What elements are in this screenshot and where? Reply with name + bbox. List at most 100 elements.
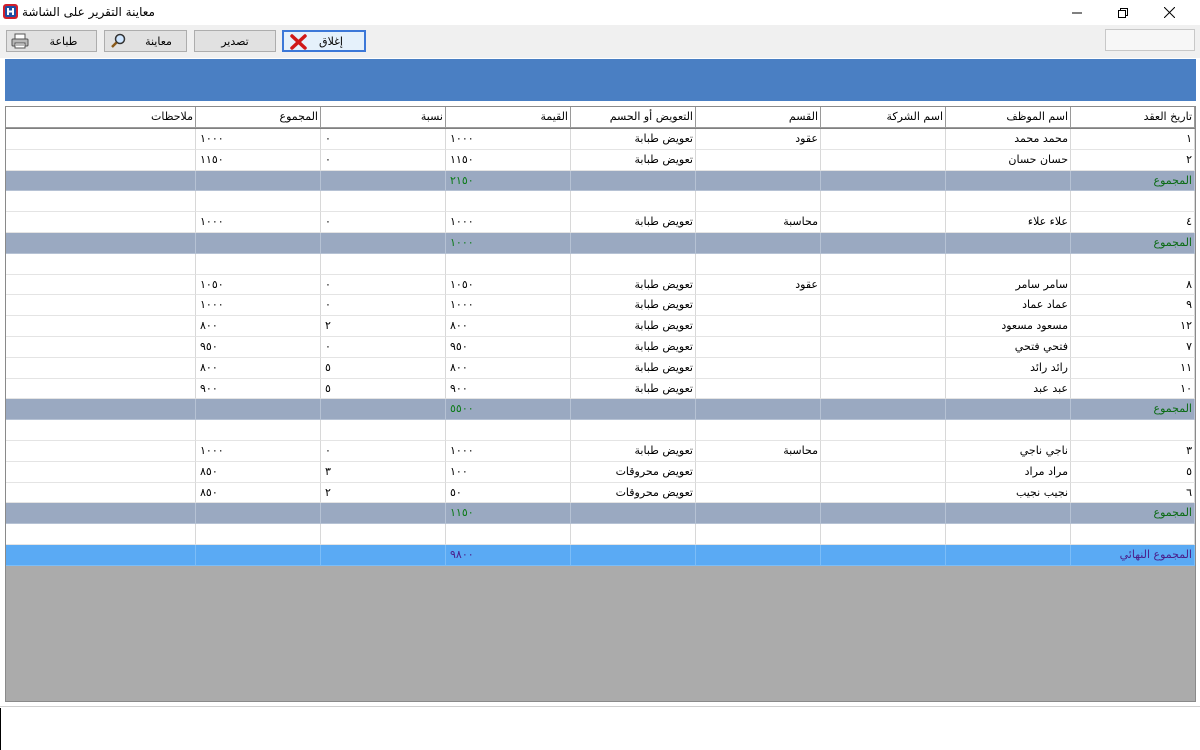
close-icon — [1163, 7, 1175, 18]
grand-total-label: المجموع النهائي — [1071, 544, 1195, 566]
column-header: القسم — [696, 107, 821, 128]
close-label: إغلاق — [319, 34, 343, 48]
subtotal-row: المجموع ٥٥٠٠ — [6, 399, 1195, 421]
table-row: ١ محمد محمد عقود تعويض طبابة ١٠٠٠ ٠ ١٠٠٠ — [6, 129, 1195, 150]
column-header: اسم الشركة — [821, 107, 946, 128]
table-cell: ٣ — [1071, 440, 1195, 462]
table-cell — [571, 191, 696, 213]
table-cell — [946, 524, 1071, 545]
table-cell: مراد مراد — [946, 461, 1071, 483]
table-cell: تعويض طبابة — [571, 274, 696, 296]
table-cell — [821, 482, 946, 504]
table-cell: ٠ — [321, 212, 446, 233]
table-cell — [321, 191, 446, 213]
table-cell: تعويض طبابة — [571, 149, 696, 171]
print-label: طباعة — [49, 34, 78, 48]
table-cell — [696, 149, 821, 171]
table-cell: ١٢ — [1071, 316, 1195, 337]
table-cell — [821, 461, 946, 483]
column-header: تاريخ العقد — [1071, 107, 1195, 128]
table-cell — [6, 440, 196, 462]
restore-icon — [1118, 7, 1128, 18]
table-cell — [321, 399, 446, 421]
table-cell — [321, 170, 446, 192]
column-header: المجموع — [196, 107, 321, 128]
table-cell — [696, 253, 821, 275]
printer-icon — [11, 33, 29, 49]
toolbar-status-field[interactable] — [1105, 29, 1195, 51]
table-cell — [821, 212, 946, 233]
table-cell — [571, 232, 696, 254]
table-cell — [321, 253, 446, 275]
table-cell: ١٠ — [1071, 378, 1195, 400]
table-cell: تعويض طبابة — [571, 129, 696, 150]
table-cell — [821, 357, 946, 379]
grand-total-value: ٩٨٠٠ — [446, 544, 571, 566]
grand-total-row: المجموع النهائي ٩٨٠٠ — [6, 544, 1195, 566]
table-cell — [6, 524, 196, 545]
table-cell — [696, 170, 821, 192]
table-cell — [821, 440, 946, 462]
table-cell — [696, 295, 821, 317]
report-area[interactable]: تاريخ العقد اسم الموظف اسم الشركة القسم التع… — [5, 106, 1196, 702]
table-cell: ٨٥٠ — [196, 461, 321, 483]
preview-label: معاينة — [145, 34, 172, 48]
table-cell — [696, 503, 821, 525]
table-cell — [1071, 253, 1195, 275]
subtotal-row: المجموع ١١٥٠ — [6, 503, 1195, 525]
table-cell — [821, 544, 946, 566]
table-cell — [696, 399, 821, 421]
subtotal-value: ٥٥٠٠ — [446, 399, 571, 421]
table-cell — [571, 170, 696, 192]
table-cell: ٩٥٠ — [196, 336, 321, 358]
table-cell: ٢ — [321, 482, 446, 504]
table-cell — [196, 253, 321, 275]
table-cell — [571, 399, 696, 421]
table-row: ٧ فتحي فتحي تعويض طبابة ٩٥٠ ٠ ٩٥٠ — [6, 336, 1195, 358]
table-cell — [946, 544, 1071, 566]
table-cell — [696, 378, 821, 400]
minimize-icon — [1072, 12, 1082, 13]
table-cell — [6, 503, 196, 525]
table-cell: ٨ — [1071, 274, 1195, 296]
table-cell: ٥ — [321, 378, 446, 400]
subtotal-label: المجموع — [1071, 170, 1195, 192]
table-cell: ١٠٠٠ — [196, 129, 321, 150]
spacer-row — [6, 524, 1195, 545]
table-cell: تعويض طبابة — [571, 295, 696, 317]
table-cell — [696, 316, 821, 337]
export-label: تصدير — [221, 34, 249, 48]
table-cell — [196, 503, 321, 525]
table-cell: ٠ — [321, 440, 446, 462]
table-cell: عقود — [696, 274, 821, 296]
table-cell — [6, 378, 196, 400]
table-cell — [821, 316, 946, 337]
table-cell — [446, 253, 571, 275]
maximize-button[interactable] — [1100, 0, 1146, 25]
print-button[interactable]: طباعة — [6, 30, 97, 52]
table-cell: عقود — [696, 129, 821, 150]
table-cell — [6, 149, 196, 171]
table-cell: ٥٠ — [446, 482, 571, 504]
table-cell: ٢ — [1071, 149, 1195, 171]
preview-button[interactable]: معاينة — [104, 30, 187, 52]
table-cell: ناجي ناجي — [946, 440, 1071, 462]
table-cell — [821, 524, 946, 545]
table-cell — [196, 232, 321, 254]
table-row: ١٠ عبد عبد تعويض طبابة ٩٠٠ ٥ ٩٠٠ — [6, 378, 1195, 400]
table-cell: ٨٥٠ — [196, 482, 321, 504]
table-cell: علاء علاء — [946, 212, 1071, 233]
table-cell: ٨٠٠ — [446, 357, 571, 379]
table-cell — [571, 253, 696, 275]
subtotal-value: ٢١٥٠ — [446, 170, 571, 192]
table-cell — [821, 399, 946, 421]
export-button[interactable]: تصدير — [194, 30, 276, 52]
close-window-button[interactable] — [1146, 0, 1192, 25]
table-cell — [6, 295, 196, 317]
table-cell: ٤ — [1071, 212, 1195, 233]
close-report-button[interactable]: إغلاق — [282, 30, 366, 52]
table-cell — [696, 191, 821, 213]
table-cell — [321, 232, 446, 254]
table-cell: ٩٠٠ — [196, 378, 321, 400]
minimize-button[interactable] — [1054, 0, 1100, 25]
